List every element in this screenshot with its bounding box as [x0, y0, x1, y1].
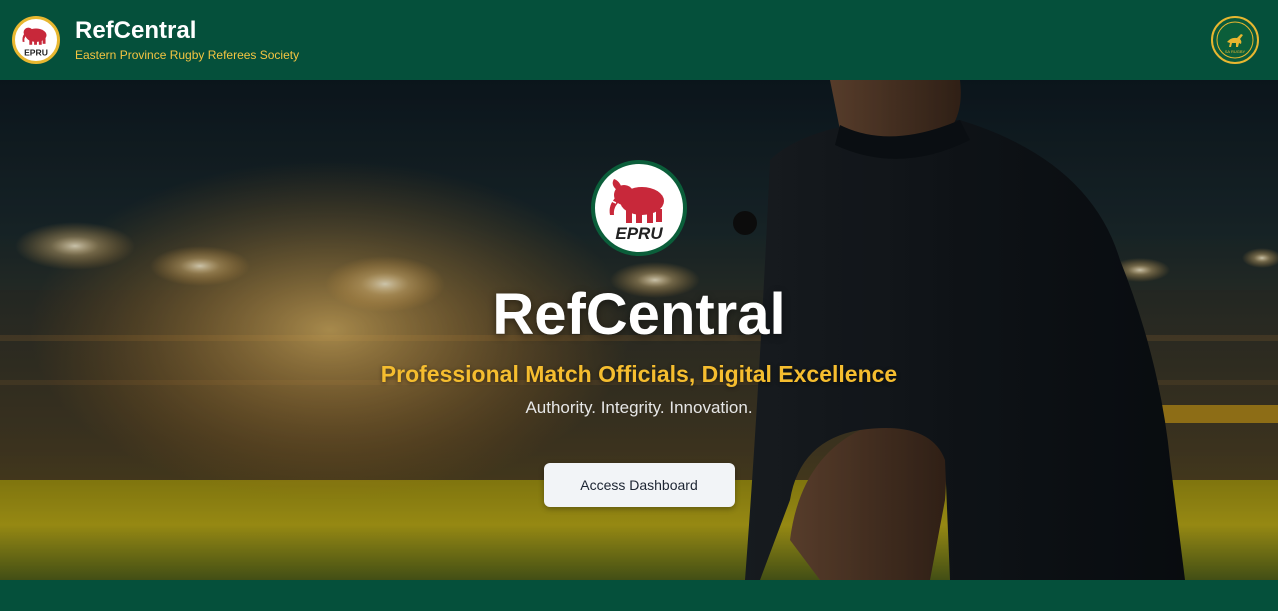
hero-motto: Authority. Integrity. Innovation. — [525, 398, 753, 417]
access-dashboard-button[interactable]: Access Dashboard — [543, 463, 735, 507]
footer-strip — [0, 580, 1278, 611]
svg-text:EPRU: EPRU — [615, 224, 663, 243]
hero-title: RefCentral — [492, 282, 786, 347]
hero-tagline: Professional Match Officials, Digital Ex… — [380, 361, 898, 387]
top-navbar: EPRU RefCentral Eastern Province Rugby R… — [0, 0, 1278, 80]
springbok-badge-icon[interactable]: SA RUGBY — [1211, 16, 1259, 64]
brand-text: RefCentral Eastern Province Rugby Refere… — [75, 17, 299, 63]
epru-logo-icon[interactable]: EPRU — [12, 16, 60, 64]
elephant-logo-icon: EPRU — [591, 160, 687, 256]
svg-text:EPRU: EPRU — [24, 47, 48, 57]
app-title[interactable]: RefCentral — [75, 17, 299, 45]
hero-content: EPRU RefCentral Professional Match Offic… — [0, 80, 1278, 580]
svg-text:SA RUGBY: SA RUGBY — [1225, 49, 1246, 54]
organization-subtitle: Eastern Province Rugby Referees Society — [75, 48, 300, 62]
hero-section: EPRU RefCentral Professional Match Offic… — [0, 80, 1278, 580]
